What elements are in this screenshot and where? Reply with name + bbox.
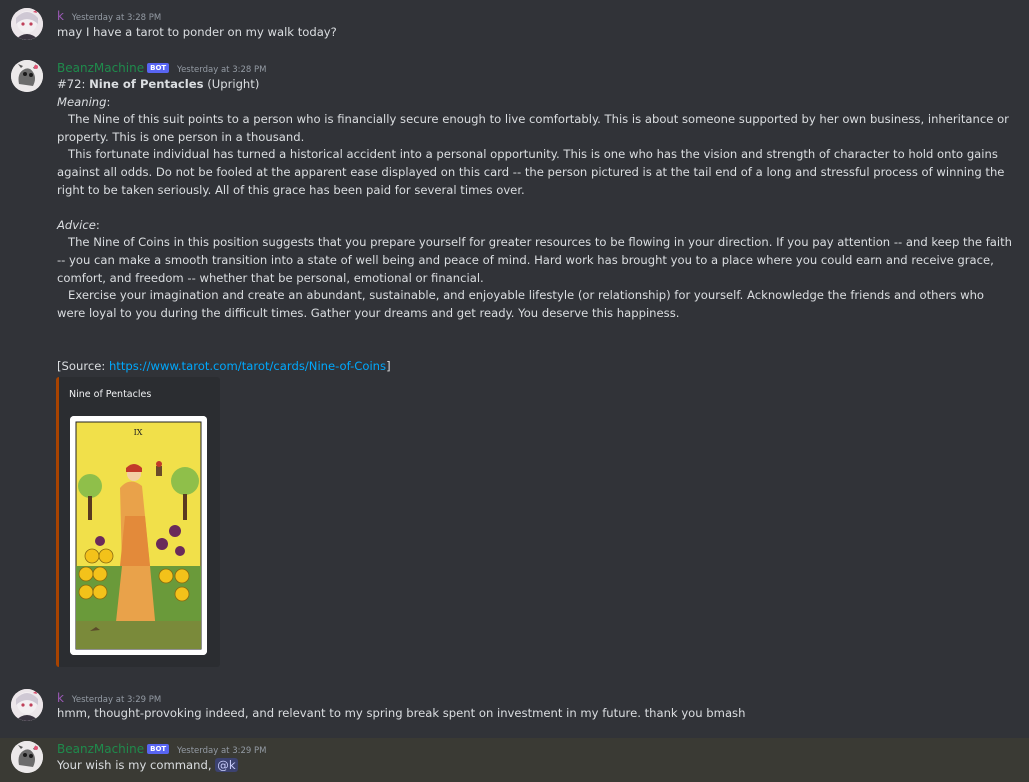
timestamp: Yesterday at 3:28 PM: [177, 65, 267, 75]
avatar-k[interactable]: [11, 689, 43, 721]
timestamp: Yesterday at 3:28 PM: [71, 13, 162, 23]
avatar-bot[interactable]: [11, 60, 43, 92]
meaning-paragraph-2: This fortunate individual has turned a h…: [57, 147, 1005, 197]
user-mention[interactable]: @k: [215, 758, 238, 772]
meaning-heading: Meaning:: [57, 94, 111, 109]
bot-tag: BOT: [147, 63, 170, 73]
message-text: hmm, thought-provoking indeed, and relev…: [57, 706, 746, 720]
tarot-card-image[interactable]: IX: [70, 416, 207, 655]
advice-paragraph-1: The Nine of Coins in this position sugge…: [57, 235, 1012, 285]
card-embed: Nine of Pentacles IX: [56, 377, 220, 667]
card-orientation: (Upright): [203, 77, 260, 91]
username-k[interactable]: k: [57, 9, 64, 23]
bot-tag: BOT: [147, 744, 170, 754]
username-k[interactable]: k: [57, 691, 64, 705]
tarot-reading: #72: Nine of Pentacles (Upright) Meaning…: [57, 76, 1012, 375]
username-bot[interactable]: BeanzMachine: [57, 61, 144, 75]
advice-heading: Advice:: [57, 217, 100, 232]
message-k-1: k Yesterday at 3:28 PM may I have a taro…: [0, 0, 1029, 50]
advice-paragraph-2: Exercise your imagination and create an …: [57, 288, 985, 320]
timestamp: Yesterday at 3:29 PM: [71, 695, 162, 705]
message-bot-2: BeanzMachine BOT Yesterday at 3:29 PM You…: [0, 738, 1029, 782]
message-text: may I have a tarot to ponder on my walk …: [57, 25, 337, 39]
meaning-paragraph-1: The Nine of this suit points to a person…: [57, 112, 1009, 144]
card-heading: #72: Nine of Pentacles (Upright): [57, 76, 1012, 94]
nine-of-pentacles-illustration: IX: [70, 416, 207, 655]
avatar-bot[interactable]: [11, 741, 43, 773]
embed-title[interactable]: Nine of Pentacles: [69, 389, 151, 400]
card-numeral: IX: [134, 428, 143, 437]
message-k-2: k Yesterday at 3:29 PM hmm, thought-prov…: [0, 681, 1029, 733]
card-name: Nine of Pentacles: [89, 77, 204, 91]
message-text: Your wish is my command, @k: [57, 758, 238, 772]
source-line: [Source: https://www.tarot.com/tarot/car…: [57, 358, 391, 373]
avatar-k[interactable]: [11, 8, 43, 40]
card-number: #72:: [57, 77, 90, 91]
timestamp: Yesterday at 3:29 PM: [177, 746, 267, 756]
username-bot[interactable]: BeanzMachine: [57, 742, 144, 756]
source-link[interactable]: https://www.tarot.com/tarot/cards/Nine-o…: [109, 359, 386, 373]
